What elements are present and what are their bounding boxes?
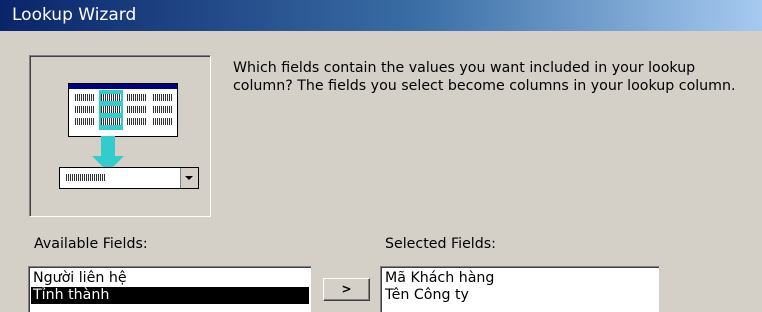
selected-fields-list[interactable]: Mã Khách hàng Tên Công ty: [380, 266, 659, 312]
list-item[interactable]: Mã Khách hàng: [383, 270, 657, 287]
add-field-button[interactable]: >: [323, 278, 370, 301]
selected-fields-label: Selected Fields:: [385, 236, 496, 252]
list-item[interactable]: Người liên hệ: [31, 270, 309, 287]
title-bar[interactable]: Lookup Wizard: [0, 0, 762, 31]
instruction-text: Which fields contain the values you want…: [233, 60, 736, 94]
down-arrow-icon: [101, 136, 115, 156]
list-item-selected[interactable]: Tỉnh thành: [31, 287, 309, 304]
table-graphic-icon: [68, 83, 178, 137]
chevron-down-icon: [185, 176, 193, 180]
lookup-illustration: [29, 55, 211, 217]
window-title: Lookup Wizard: [12, 5, 137, 25]
lookup-wizard-dialog: Lookup Wizard Which fields contain the v…: [0, 0, 762, 312]
combo-box-graphic-icon: [59, 167, 199, 189]
list-item[interactable]: Tên Công ty: [383, 287, 657, 304]
available-fields-list[interactable]: Người liên hệ Tỉnh thành: [28, 266, 311, 312]
available-fields-label: Available Fields:: [34, 236, 148, 252]
